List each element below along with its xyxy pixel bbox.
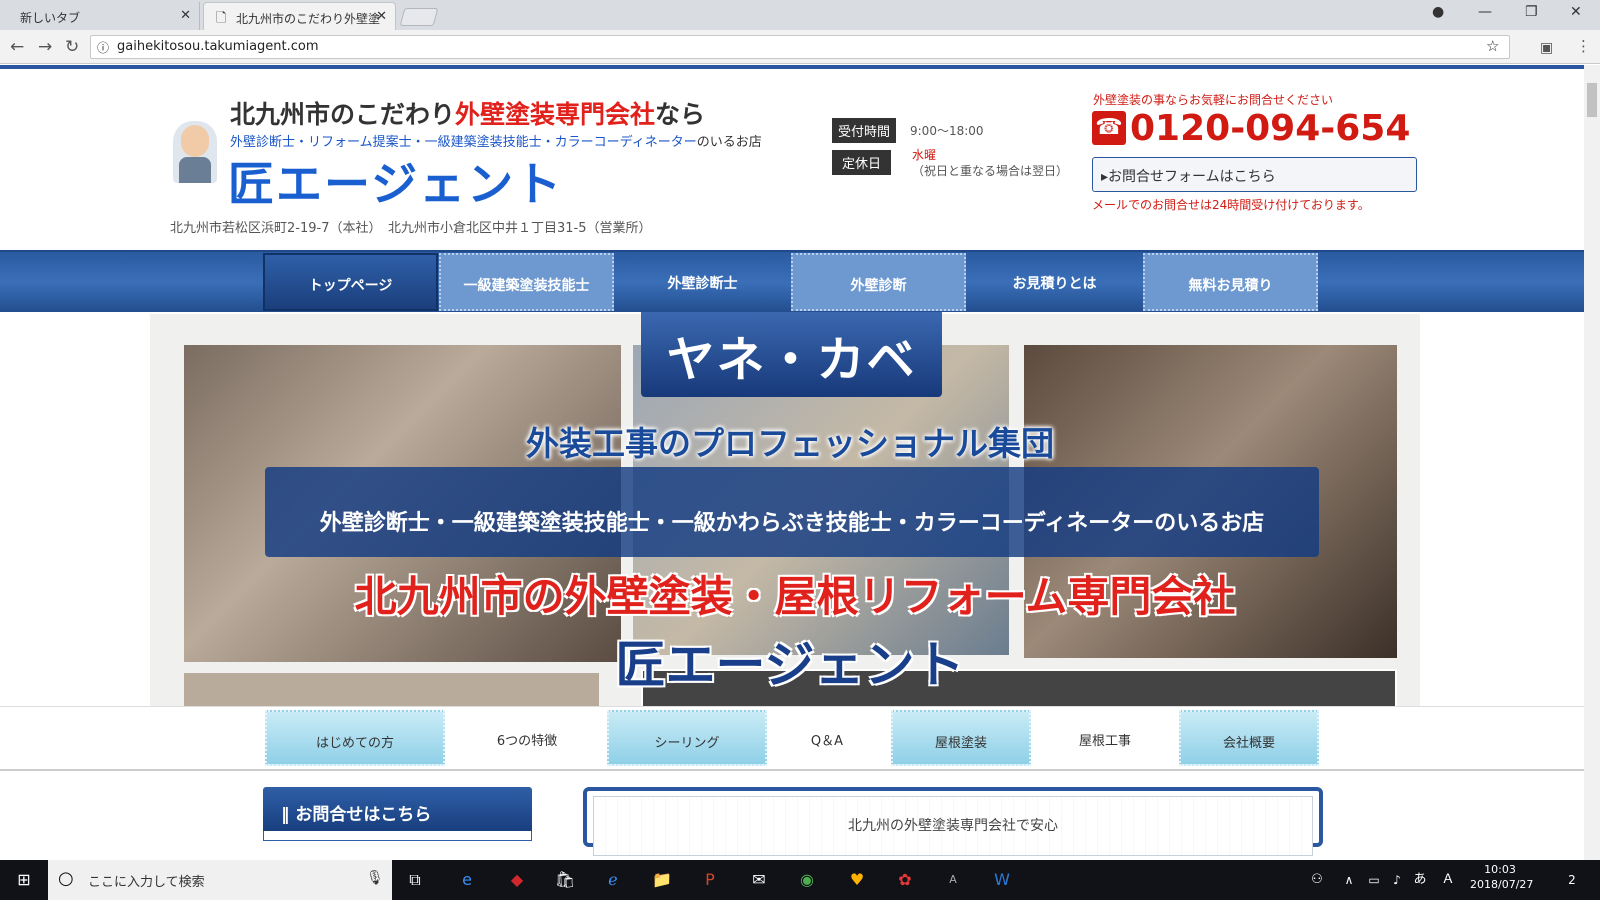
nav-painting-technician[interactable]: 一級建築塗装技能士	[439, 253, 614, 311]
top-border	[0, 65, 1584, 69]
taskbar-search[interactable]: ○ ここに入力して検索 🎙	[48, 860, 392, 900]
hero-tagline: 外装工事のプロフェッショナル集団	[526, 424, 1054, 463]
maps-icon[interactable]: ♥	[845, 868, 869, 892]
nav-features[interactable]: 6つの特徴	[447, 710, 607, 766]
forward-icon[interactable]: →	[38, 37, 52, 57]
sidebar-contact-header[interactable]: ‖ お問合せはこちら	[263, 787, 532, 837]
mic-icon[interactable]: 🎙	[366, 870, 384, 886]
ime-a-icon[interactable]: Ａ	[1436, 868, 1460, 892]
caret-right-icon: ▸	[1101, 169, 1109, 185]
tab-label: 北九州市のこだわり外壁塗	[236, 12, 381, 26]
powerpoint-icon[interactable]: P	[698, 868, 722, 892]
contact-lead: 外壁塗装の事ならお気軽にお問合せください	[1093, 93, 1334, 107]
notification-icon[interactable]: 2	[1560, 868, 1584, 892]
people-icon[interactable]: ⚇	[1305, 868, 1329, 892]
task-view-icon[interactable]: ⧉	[403, 868, 427, 892]
hero-band-text: 外壁診断士・一級建築塗装技能士・一級かわらぶき技能士・カラーコーディネーターのい…	[319, 511, 1265, 536]
nav-estimate-about[interactable]: お見積りとは	[967, 253, 1142, 311]
nav-faq[interactable]: Q＆A	[767, 710, 887, 766]
address: 北九州市若松区浜町2-19-7（本社） 北九州市小倉北区中井１丁目31-5（営業…	[170, 221, 652, 236]
scrollbar-thumb[interactable]	[1587, 83, 1597, 117]
logo-text[interactable]: 匠エージェント	[228, 148, 563, 214]
minimize-icon[interactable]: —	[1478, 4, 1492, 20]
nav-top[interactable]: トップページ	[263, 253, 438, 311]
mail-icon[interactable]: ✉	[747, 868, 771, 892]
holiday: 水曜	[912, 148, 937, 162]
cortana-icon: ○	[58, 868, 74, 889]
page-icon: 🗋	[216, 11, 227, 26]
extension-icon[interactable]: ▣	[1540, 40, 1553, 56]
chrome-icon[interactable]: ◉	[795, 868, 819, 892]
url-bar[interactable]: ⓘ gaihekitosou.takumiagent.com ☆	[90, 35, 1510, 59]
nav-free-estimate[interactable]: 無料お見積り	[1143, 253, 1318, 311]
window-close-icon[interactable]: ✕	[1570, 4, 1582, 20]
avatar	[173, 121, 217, 183]
reload-icon[interactable]: ↻	[65, 37, 79, 57]
hero-badge: ヤネ・カベ	[641, 312, 942, 397]
main-heading: 北九州の外壁塗装専門会社で安心	[848, 818, 1058, 834]
new-tab-button[interactable]	[399, 8, 439, 26]
photos-icon[interactable]: ✿	[893, 868, 917, 892]
hours: 9:00～18:00	[910, 124, 984, 138]
windows-start-icon[interactable]: ⊞	[12, 868, 36, 892]
sidebar-box	[263, 831, 532, 841]
store-icon[interactable]: 🛍	[553, 868, 577, 892]
nav-beginners[interactable]: はじめての方	[265, 710, 445, 766]
back-icon[interactable]: ←	[10, 37, 24, 57]
mail-note: メールでのお問合せは24時間受け付けております。	[1092, 198, 1370, 212]
menu-icon[interactable]: ⋮	[1576, 37, 1591, 55]
holiday-note: （祝日と重なる場合は翌日）	[912, 164, 1069, 178]
chevron-up-icon[interactable]: ∧	[1337, 868, 1361, 892]
tab-label: 新しいタブ	[20, 11, 81, 25]
page-title: 北九州市のこだわり外壁塗装専門会社なら	[230, 100, 706, 129]
ie-icon[interactable]: ℯ	[601, 868, 625, 892]
app-icon[interactable]: A	[941, 868, 965, 892]
phone-icon: ☎	[1092, 111, 1126, 145]
tab-active[interactable]: 🗋 北九州市のこだわり外壁塗 ✕	[203, 2, 396, 30]
nav-company[interactable]: 会社概要	[1179, 710, 1319, 766]
hero-company: 匠エージェント	[615, 636, 965, 694]
holiday-label: 定休日	[832, 150, 892, 175]
volume-icon[interactable]: ♪	[1385, 868, 1409, 892]
url-text: gaihekitosou.takumiagent.com	[117, 39, 319, 54]
scrollbar[interactable]	[1584, 65, 1600, 900]
ime-indicator[interactable]: あ	[1408, 868, 1432, 892]
network-icon[interactable]: ▭	[1362, 868, 1386, 892]
info-icon: ⓘ	[97, 41, 110, 55]
phone-number[interactable]: 0120-094-654	[1130, 108, 1410, 149]
restore-icon[interactable]: ❐	[1525, 4, 1538, 20]
word-icon[interactable]: W	[990, 868, 1014, 892]
nav-wall-diagnostician[interactable]: 外壁診断士	[615, 253, 790, 311]
edge-icon[interactable]: e	[455, 868, 479, 892]
star-icon[interactable]: ☆	[1486, 37, 1499, 55]
close-icon[interactable]: ✕	[180, 8, 191, 23]
tab-new[interactable]: 新しいタブ ✕	[0, 2, 200, 30]
clock[interactable]: 10:03 2018/07/27	[1470, 862, 1533, 892]
bar-icon: ‖	[281, 805, 296, 825]
explorer-icon[interactable]: 📁	[650, 868, 674, 892]
nav-sealing[interactable]: シーリング	[607, 710, 767, 766]
hours-label: 受付時間	[832, 118, 897, 143]
hero-headline: 北九州市の外壁塗装・屋根リフォーム専門会社	[354, 572, 1236, 621]
nav-wall-diagnosis[interactable]: 外壁診断	[791, 253, 966, 311]
close-icon[interactable]: ✕	[376, 9, 387, 24]
profile-icon[interactable]: ●	[1432, 4, 1444, 20]
page-viewport: 北九州市のこだわり外壁塗装専門会社なら 外壁診断士・リフォーム提案士・一級建築塗…	[0, 65, 1584, 900]
nav-roof-painting[interactable]: 屋根塗装	[891, 710, 1031, 766]
nav-roof-work[interactable]: 屋根工事	[1033, 710, 1177, 766]
mcafee-icon[interactable]: ◆	[505, 868, 529, 892]
contact-form-button[interactable]: ▸お問合せフォームはこちら	[1092, 157, 1417, 192]
